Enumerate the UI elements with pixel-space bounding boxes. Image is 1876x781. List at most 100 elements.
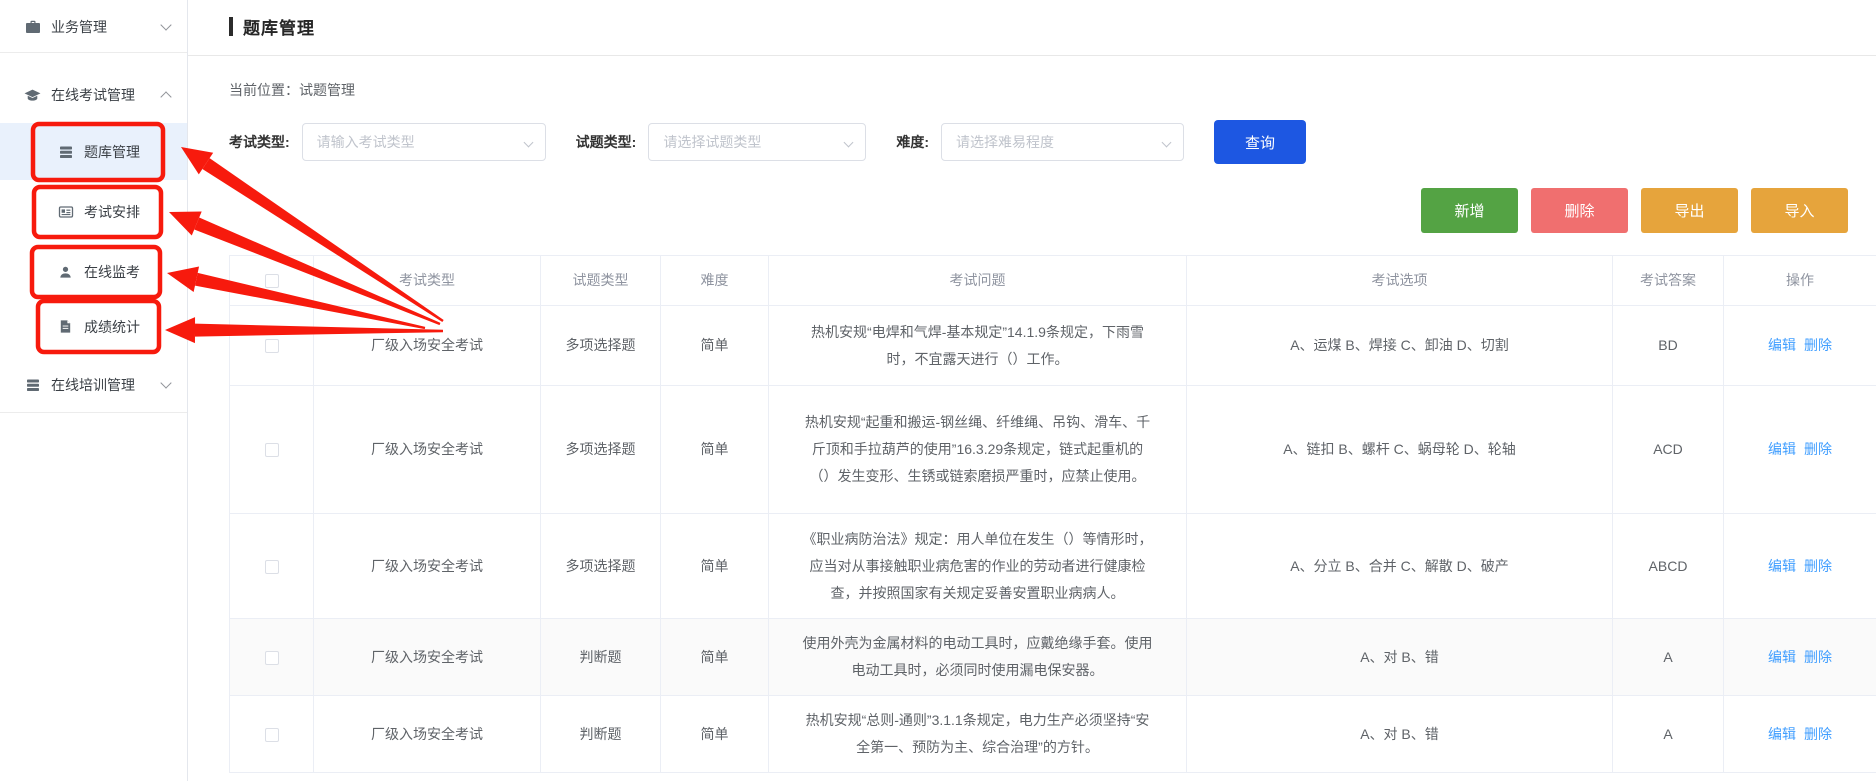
graduation-cap-icon — [24, 87, 41, 104]
sidebar-item-label: 成绩统计 — [84, 317, 140, 337]
sidebar-item-label: 在线监考 — [84, 262, 140, 282]
cell-options: A、对 B、错 — [1187, 619, 1613, 696]
edit-link[interactable]: 编辑 — [1768, 649, 1796, 665]
question-type-placeholder: 请选择试题类型 — [663, 132, 761, 152]
list-stack-icon — [57, 143, 74, 160]
search-button[interactable]: 查询 — [1214, 120, 1306, 164]
header-checkbox-cell — [230, 256, 314, 306]
row-checkbox[interactable] — [265, 339, 279, 353]
export-button[interactable]: 导出 — [1641, 188, 1738, 233]
exam-type-label: 考试类型: — [229, 132, 290, 152]
cell-exam-type: 厂级入场安全考试 — [314, 514, 541, 619]
row-checkbox[interactable] — [265, 443, 279, 457]
difficulty-select[interactable]: 请选择难易程度 — [941, 123, 1184, 161]
sidebar-item-label: 业务管理 — [51, 17, 107, 37]
cell-question-type: 多项选择题 — [541, 514, 661, 619]
cell-answer: ABCD — [1613, 514, 1724, 619]
edit-link[interactable]: 编辑 — [1768, 558, 1796, 574]
page-title-text: 题库管理 — [243, 14, 315, 39]
sidebar-item-question-bank[interactable]: 题库管理 — [0, 123, 187, 180]
cell-answer: BD — [1613, 306, 1724, 386]
sidebar-item-online-exam-management[interactable]: 在线考试管理 — [0, 70, 187, 120]
difficulty-label: 难度: — [896, 132, 929, 152]
header-difficulty: 难度 — [661, 256, 769, 306]
sidebar-item-label: 在线考试管理 — [51, 85, 135, 105]
edit-link[interactable]: 编辑 — [1768, 726, 1796, 742]
table-row: 厂级入场安全考试 多项选择题 简单 热机安规“起重和搬运-钢丝绳、纤维绳、吊钩、… — [230, 386, 1876, 514]
cell-exam-type: 厂级入场安全考试 — [314, 696, 541, 773]
chevron-down-icon — [844, 138, 854, 148]
import-button[interactable]: 导入 — [1751, 188, 1848, 233]
table-row: 厂级入场安全考试 多项选择题 简单 热机安规“电焊和气焊-基本规定”14.1.9… — [230, 306, 1876, 386]
row-checkbox[interactable] — [265, 560, 279, 574]
cell-question: 热机安规“总则-通则”3.1.1条规定，电力生产必须坚持“安全第一、预防为主、综… — [769, 696, 1187, 773]
cell-options: A、运煤 B、焊接 C、卸油 D、切割 — [1187, 306, 1613, 386]
delete-link[interactable]: 删除 — [1804, 337, 1832, 353]
table-row: 厂级入场安全考试 判断题 简单 热机安规“总则-通则”3.1.1条规定，电力生产… — [230, 696, 1876, 773]
title-accent-bar — [229, 17, 233, 36]
cell-question-type: 多项选择题 — [541, 386, 661, 514]
document-icon — [57, 318, 74, 335]
user-icon — [57, 264, 74, 281]
chevron-down-icon — [160, 19, 171, 30]
select-all-checkbox[interactable] — [265, 274, 279, 288]
difficulty-placeholder: 请选择难易程度 — [956, 132, 1054, 152]
edit-link[interactable]: 编辑 — [1768, 441, 1796, 457]
chevron-down-icon — [523, 138, 533, 148]
sidebar-item-score-statistics[interactable]: 成绩统计 — [0, 301, 187, 352]
delete-link[interactable]: 删除 — [1804, 441, 1832, 457]
cell-difficulty: 简单 — [661, 514, 769, 619]
title-divider — [188, 55, 1876, 56]
delete-link[interactable]: 删除 — [1804, 558, 1832, 574]
edit-link[interactable]: 编辑 — [1768, 337, 1796, 353]
header-question: 考试问题 — [769, 256, 1187, 306]
filter-bar: 考试类型: 请输入考试类型 试题类型: 请选择试题类型 难度: 请选择难易程度 … — [229, 120, 1306, 164]
cell-answer: A — [1613, 696, 1724, 773]
question-table: 考试类型 试题类型 难度 考试问题 考试选项 考试答案 操作 厂级入场安全考试 … — [229, 255, 1876, 773]
question-type-label: 试题类型: — [576, 132, 637, 152]
main-content: 题库管理 当前位置：试题管理 考试类型: 请输入考试类型 试题类型: 请选择试题… — [188, 0, 1876, 781]
add-button[interactable]: 新增 — [1421, 188, 1518, 233]
sidebar-item-label: 题库管理 — [84, 142, 140, 162]
cell-question: 热机安规“起重和搬运-钢丝绳、纤维绳、吊钩、滑车、千斤顶和手拉葫芦的使用”16.… — [769, 386, 1187, 514]
question-type-select[interactable]: 请选择试题类型 — [648, 123, 866, 161]
delete-link[interactable]: 删除 — [1804, 649, 1832, 665]
sidebar: 业务管理 在线考试管理 题库管理 考试安排 在线监考 成绩统计 — [0, 0, 188, 781]
id-card-icon — [57, 204, 74, 221]
header-exam-type: 考试类型 — [314, 256, 541, 306]
chevron-down-icon — [160, 377, 171, 388]
cell-question-type: 判断题 — [541, 619, 661, 696]
cell-exam-type: 厂级入场安全考试 — [314, 386, 541, 514]
cell-options: A、链扣 B、螺杆 C、蜗母轮 D、轮轴 — [1187, 386, 1613, 514]
cell-question: 《职业病防治法》规定：用人单位在发生（）等情形时，应当对从事接触职业病危害的作业… — [769, 514, 1187, 619]
cell-difficulty: 简单 — [661, 306, 769, 386]
row-checkbox[interactable] — [265, 728, 279, 742]
header-operation: 操作 — [1724, 256, 1876, 306]
cell-difficulty: 简单 — [661, 696, 769, 773]
cell-options: A、对 B、错 — [1187, 696, 1613, 773]
exam-type-placeholder: 请输入考试类型 — [317, 132, 415, 152]
sidebar-item-label: 在线培训管理 — [51, 375, 135, 395]
cell-difficulty: 简单 — [661, 386, 769, 514]
cell-answer: A — [1613, 619, 1724, 696]
sidebar-item-business-management[interactable]: 业务管理 — [0, 2, 187, 52]
sidebar-item-exam-schedule[interactable]: 考试安排 — [0, 187, 187, 237]
delete-link[interactable]: 删除 — [1804, 726, 1832, 742]
cell-question-type: 多项选择题 — [541, 306, 661, 386]
sidebar-item-online-proctor[interactable]: 在线监考 — [0, 247, 187, 297]
chevron-down-icon — [1162, 138, 1172, 148]
row-checkbox[interactable] — [265, 651, 279, 665]
delete-button[interactable]: 删除 — [1531, 188, 1628, 233]
sidebar-item-online-training-management[interactable]: 在线培训管理 — [0, 360, 187, 410]
sidebar-divider — [0, 412, 187, 413]
cell-answer: ACD — [1613, 386, 1724, 514]
exam-type-select[interactable]: 请输入考试类型 — [302, 123, 546, 161]
sidebar-divider — [0, 52, 187, 53]
table-row: 厂级入场安全考试 多项选择题 简单 《职业病防治法》规定：用人单位在发生（）等情… — [230, 514, 1876, 619]
cell-question: 热机安规“电焊和气焊-基本规定”14.1.9条规定，下雨雪时，不宜露天进行（）工… — [769, 306, 1187, 386]
cell-question-type: 判断题 — [541, 696, 661, 773]
table-row: 厂级入场安全考试 判断题 简单 使用外壳为金属材料的电动工具时，应戴绝缘手套。使… — [230, 619, 1876, 696]
table-actions: 新增 删除 导出 导入 — [1421, 188, 1848, 233]
sidebar-item-label: 考试安排 — [84, 202, 140, 222]
table-header-row: 考试类型 试题类型 难度 考试问题 考试选项 考试答案 操作 — [230, 256, 1876, 306]
